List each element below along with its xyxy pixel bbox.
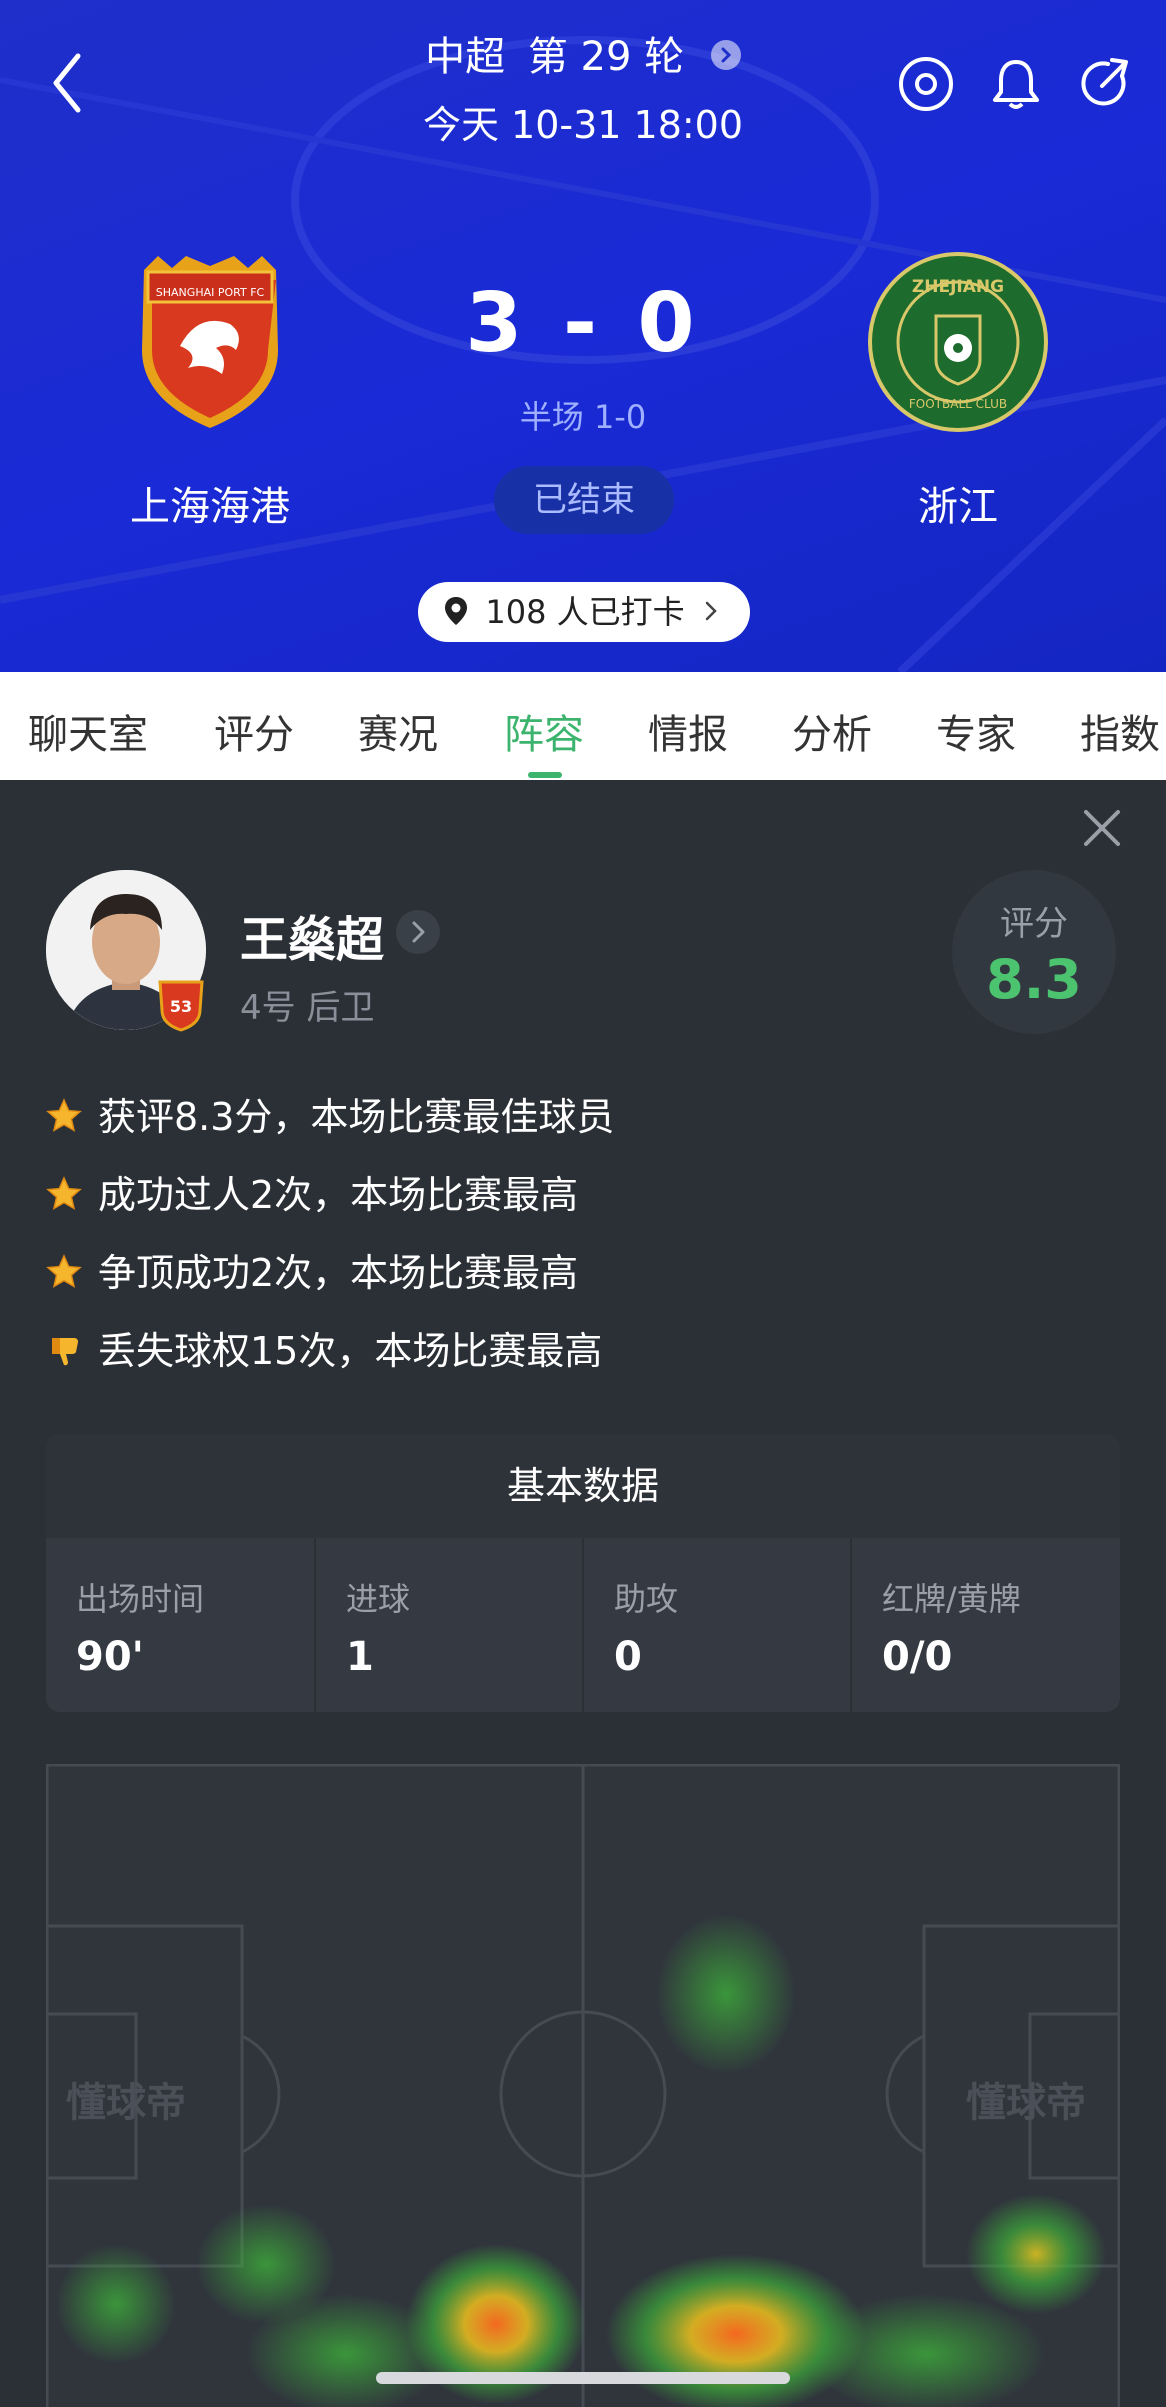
tab-live[interactable]: 赛况 <box>358 702 438 760</box>
tab-analysis[interactable]: 分析 <box>792 702 872 760</box>
star-icon <box>46 1175 82 1210</box>
highlight-item: 成功过人2次，本场比赛最高 <box>46 1164 578 1219</box>
highlight-item: 丢失球权15次，本场比赛最高 <box>46 1320 602 1375</box>
tab-lineup[interactable]: 阵容 <box>504 702 584 760</box>
away-team-name[interactable]: 浙江 <box>808 474 1108 532</box>
bell-icon[interactable] <box>986 54 1046 114</box>
league-name: 中超 <box>425 34 506 80</box>
player-profile-arrow[interactable] <box>396 910 440 954</box>
team-badge-icon: 53 <box>158 980 204 1032</box>
highlight-item: 争顶成功2次，本场比赛最高 <box>46 1242 578 1297</box>
player-heatmap: 懂球帝 懂球帝 <box>46 1764 1120 2407</box>
stat-cell-minutes: 出场时间 90' <box>76 1580 205 1680</box>
active-tab-indicator <box>528 772 562 778</box>
match-header: 中超 第 29 轮 今天 10-31 18:00 SHANGHAI PORT F… <box>0 0 1166 672</box>
player-name[interactable]: 王燊超 <box>240 900 384 970</box>
thumb-down-icon <box>52 1337 78 1365</box>
highlight-item: 获评8.3分，本场比赛最佳球员 <box>46 1086 614 1141</box>
stat-cell-goals: 进球 1 <box>314 1538 584 1712</box>
live-target-icon[interactable] <box>896 54 956 114</box>
star-icon <box>46 1253 82 1288</box>
checkin-label: 108 人已打卡 <box>485 593 685 631</box>
rating-value: 8.3 <box>986 948 1082 1011</box>
round-name: 第 29 轮 <box>527 34 685 80</box>
star-icon <box>46 1097 82 1132</box>
tab-ratings[interactable]: 评分 <box>214 702 294 760</box>
match-tab-bar: 聊天室 评分 赛况 阵容 情报 分析 专家 指数 <box>0 672 1166 780</box>
stat-cell-cards: 红牌/黄牌 0/0 <box>850 1538 1120 1712</box>
svg-text:53: 53 <box>170 997 192 1016</box>
home-indicator <box>376 2372 790 2384</box>
stat-cell-assists: 助攻 0 <box>582 1538 852 1712</box>
home-team-name[interactable]: 上海海港 <box>60 474 360 532</box>
tab-experts[interactable]: 专家 <box>936 702 1016 760</box>
close-icon[interactable] <box>1082 808 1122 848</box>
match-score: 3 - 0 <box>465 276 701 371</box>
watermark: 懂球帝 <box>66 2080 186 2126</box>
heatmap-pitch-lines <box>46 1764 1120 2407</box>
tab-intel[interactable]: 情报 <box>648 702 728 760</box>
basic-stats-panel: 基本数据 出场时间 90' 进球 1 助攻 0 红牌/黄牌 0/0 <box>46 1434 1120 1712</box>
tab-odds[interactable]: 指数 <box>1080 702 1160 760</box>
player-number-position: 4号 后卫 <box>240 988 375 1028</box>
rating-label: 评分 <box>1000 904 1068 944</box>
share-icon[interactable] <box>1076 54 1136 114</box>
watermark: 懂球帝 <box>966 2080 1086 2126</box>
halftime-score: 半场 1-0 <box>519 398 647 436</box>
chevron-right-icon <box>705 601 717 621</box>
tab-chatroom[interactable]: 聊天室 <box>28 702 148 760</box>
match-status-badge: 已结束 <box>494 466 674 534</box>
checkin-button[interactable]: 108 人已打卡 <box>418 582 750 642</box>
chevron-right-icon <box>710 40 741 70</box>
chevron-right-icon <box>412 921 425 943</box>
stats-title: 基本数据 <box>46 1434 1120 1538</box>
location-pin-icon <box>445 597 468 625</box>
